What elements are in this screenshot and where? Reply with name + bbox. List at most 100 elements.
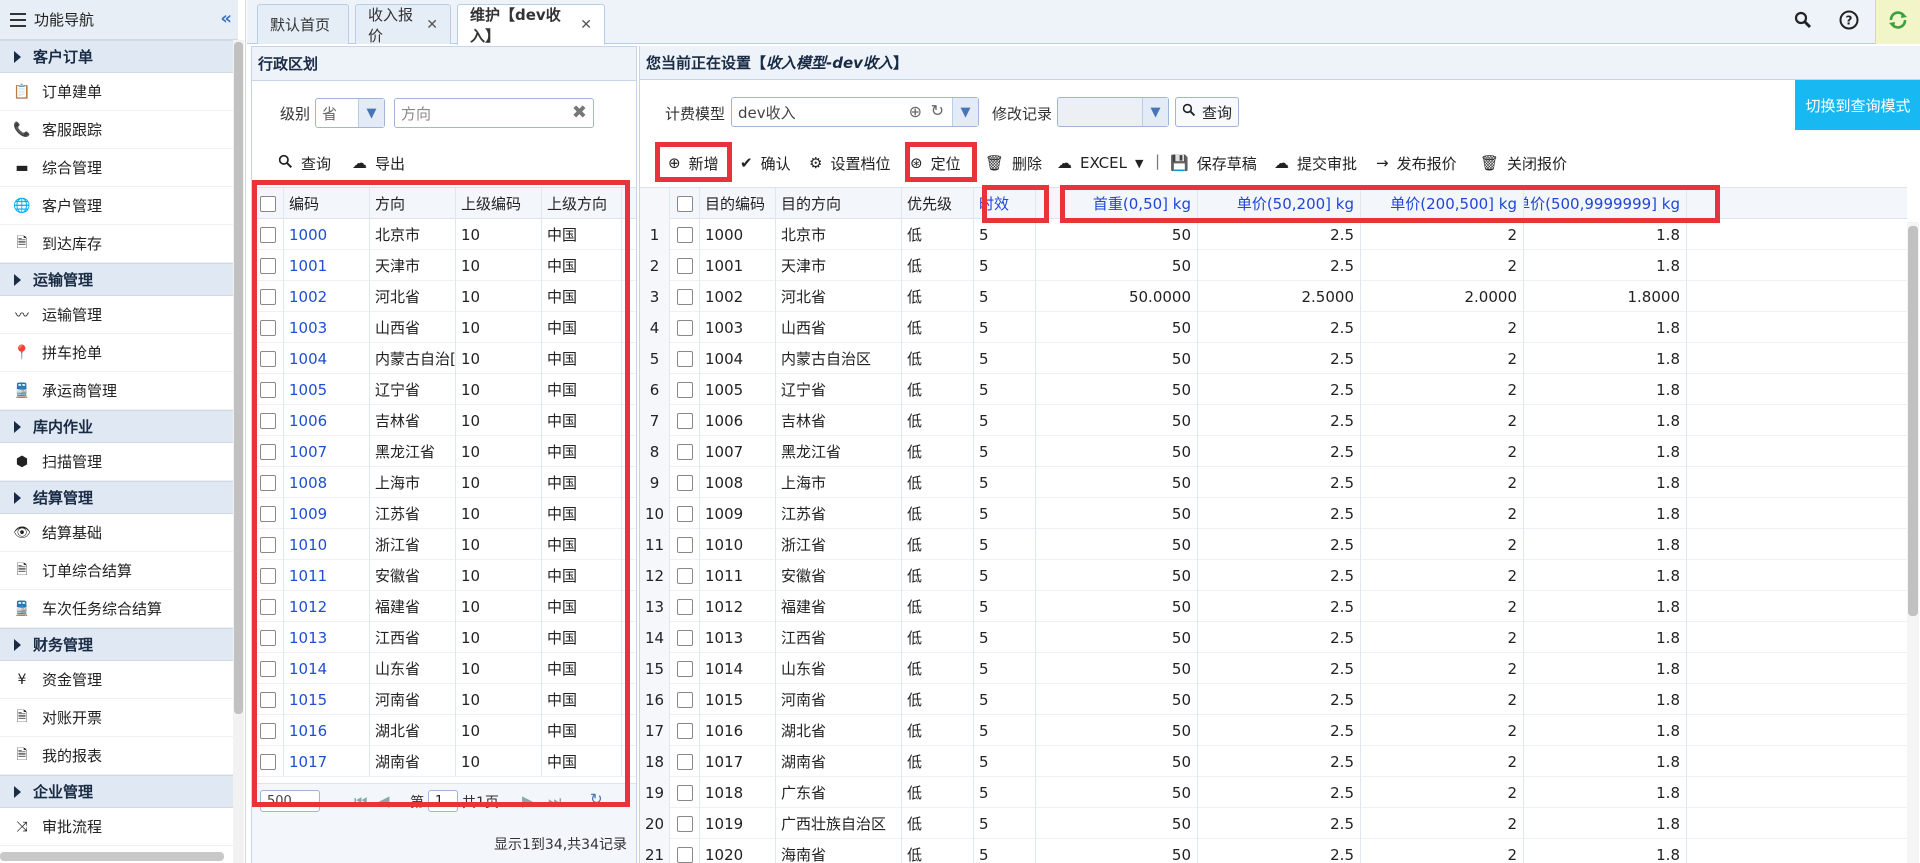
table-cell[interactable]: 福建省 [776, 591, 902, 622]
double-chevron-left-icon[interactable]: « [220, 8, 232, 29]
table-cell[interactable]: 50 [1036, 498, 1198, 529]
row-checkbox[interactable] [259, 753, 276, 770]
switch-query-mode-button[interactable]: 切换到查询模式 [1795, 80, 1920, 130]
table-cell[interactable]: 50 [1036, 715, 1198, 746]
col-priority[interactable]: 优先级 [902, 188, 974, 219]
table-row[interactable]: 1017 湖南省 10 中国 [252, 746, 636, 777]
grid-scroll-thumb[interactable] [1908, 226, 1918, 616]
table-cell[interactable]: 50 [1036, 746, 1198, 777]
sidebar-item[interactable]: 〰运输管理 [0, 296, 234, 334]
table-cell[interactable]: 5 [974, 498, 1036, 529]
close-icon[interactable]: ✕ [426, 17, 438, 33]
table-cell[interactable]: 50 [1036, 777, 1198, 808]
table-row[interactable]: 1012 福建省 10 中国 [252, 591, 636, 622]
col-parent-direction[interactable]: 上级方向 [542, 188, 622, 219]
table-cell[interactable]: 低 [902, 405, 974, 436]
table-cell[interactable]: 5 [974, 653, 1036, 684]
table-cell[interactable]: 低 [902, 808, 974, 839]
change-log-select[interactable]: ▼ [1057, 97, 1169, 127]
table-cell[interactable]: 2 [1361, 219, 1524, 250]
add-button[interactable]: ⊕ 新增 [668, 148, 719, 178]
table-cell[interactable]: 50 [1036, 653, 1198, 684]
table-row[interactable]: 8 1007 黑龙江省低 5 50 2.5 2 1.8 [640, 436, 1907, 467]
row-checkbox[interactable] [259, 257, 276, 274]
table-cell[interactable]: 50 [1036, 343, 1198, 374]
table-cell[interactable]: 1011 [700, 560, 776, 591]
table-cell[interactable]: 5 [974, 219, 1036, 250]
table-cell[interactable]: 1007 [284, 436, 370, 467]
confirm-button[interactable]: ✔ 确认 [740, 148, 791, 178]
table-cell[interactable]: 5 [974, 746, 1036, 777]
table-cell[interactable]: 2.5 [1198, 839, 1361, 863]
table-row[interactable]: 4 1003 山西省低 5 50 2.5 2 1.8 [640, 312, 1907, 343]
table-row[interactable]: 1014 山东省 10 中国 [252, 653, 636, 684]
table-cell[interactable]: 海南省 [776, 839, 902, 863]
table-cell[interactable]: 1017 [700, 746, 776, 777]
last-page-icon[interactable]: ⏭ [548, 792, 562, 810]
table-cell[interactable]: 5 [974, 312, 1036, 343]
table-cell[interactable]: 1008 [700, 467, 776, 498]
table-cell[interactable]: 1010 [284, 529, 370, 560]
table-cell[interactable]: 1.8 [1524, 436, 1687, 467]
table-cell[interactable]: 黑龙江省 [776, 436, 902, 467]
table-cell[interactable]: 5 [974, 374, 1036, 405]
table-cell[interactable]: 上海市 [776, 467, 902, 498]
table-row[interactable]: 1002 河北省 10 中国 [252, 281, 636, 312]
sidebar-item[interactable]: 📞 客服跟踪 [0, 111, 234, 149]
row-checkbox[interactable] [676, 319, 693, 336]
col-price-500-plus[interactable]: 单价(500,9999999] kg [1524, 188, 1687, 219]
table-cell[interactable]: 1013 [700, 622, 776, 653]
row-checkbox[interactable] [676, 257, 693, 274]
sidebar-item[interactable]: ⬢ 扫描管理 [0, 443, 234, 481]
table-row[interactable]: 1000 北京市 10 中国 [252, 219, 636, 250]
row-checkbox[interactable] [676, 381, 693, 398]
level-select[interactable]: 省 ▼ [315, 98, 385, 128]
table-cell[interactable]: 1005 [284, 374, 370, 405]
table-cell[interactable]: 1017 [284, 746, 370, 777]
sidebar-horizontal-scrollbar[interactable] [0, 852, 224, 861]
table-cell[interactable]: 1.8 [1524, 560, 1687, 591]
table-cell[interactable]: 2.5 [1198, 591, 1361, 622]
table-cell[interactable]: 2 [1361, 653, 1524, 684]
table-cell[interactable]: 1009 [284, 498, 370, 529]
table-row[interactable]: 1007 黑龙江省 10 中国 [252, 436, 636, 467]
row-checkbox[interactable] [676, 846, 693, 863]
table-cell[interactable]: 低 [902, 684, 974, 715]
table-cell[interactable]: 50 [1036, 374, 1198, 405]
table-cell[interactable]: 2 [1361, 250, 1524, 281]
table-cell[interactable]: 江西省 [776, 622, 902, 653]
save-draft-button[interactable]: 💾 保存草稿 [1170, 148, 1257, 178]
table-cell[interactable]: 1004 [284, 343, 370, 374]
tab-home[interactable]: 默认首页 [257, 4, 349, 44]
table-row[interactable]: 3 1002 河北省低 5 50.0000 2.5000 2.0000 1.8000 [640, 281, 1907, 312]
table-cell[interactable]: 1018 [700, 777, 776, 808]
table-cell[interactable]: 1.8 [1524, 343, 1687, 374]
table-cell[interactable]: 1.8000 [1524, 281, 1687, 312]
table-cell[interactable]: 江苏省 [776, 498, 902, 529]
table-cell[interactable]: 2 [1361, 312, 1524, 343]
table-cell[interactable]: 2 [1361, 839, 1524, 863]
page-size-select[interactable]: 500 [260, 790, 320, 812]
table-cell[interactable]: 低 [902, 560, 974, 591]
table-cell[interactable]: 50 [1036, 467, 1198, 498]
table-cell[interactable]: 1014 [700, 653, 776, 684]
table-cell[interactable]: 1015 [700, 684, 776, 715]
table-row[interactable]: 19 1018 广东省低 5 50 2.5 2 1.8 [640, 777, 1907, 808]
sidebar-item[interactable]: 📋 订单建单 [0, 73, 234, 111]
table-cell[interactable]: 1016 [284, 715, 370, 746]
table-cell[interactable]: 1.8 [1524, 808, 1687, 839]
table-cell[interactable]: 50 [1036, 591, 1198, 622]
row-checkbox[interactable] [259, 350, 276, 367]
table-cell[interactable]: 5 [974, 777, 1036, 808]
table-cell[interactable]: 2.5 [1198, 715, 1361, 746]
table-cell[interactable]: 5 [974, 808, 1036, 839]
table-cell[interactable]: 2 [1361, 529, 1524, 560]
table-cell[interactable]: 2 [1361, 467, 1524, 498]
table-cell[interactable]: 50 [1036, 250, 1198, 281]
table-row[interactable]: 1009 江苏省 10 中国 [252, 498, 636, 529]
locate-button[interactable]: ⊛ 定位 [910, 148, 961, 178]
table-row[interactable]: 6 1005 辽宁省低 5 50 2.5 2 1.8 [640, 374, 1907, 405]
row-checkbox[interactable] [259, 288, 276, 305]
table-cell[interactable]: 2.5 [1198, 498, 1361, 529]
fee-model-select[interactable]: dev收入 ⊕ ↻ ▼ [731, 97, 979, 127]
